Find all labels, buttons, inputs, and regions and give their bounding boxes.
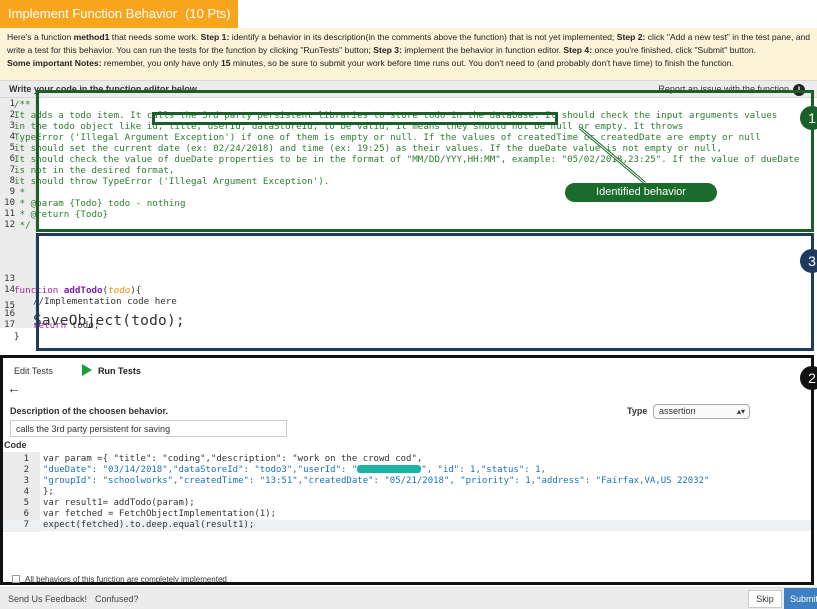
all-implemented-checkbox[interactable] [12, 575, 20, 583]
test-code-text: "dueDate": "03/14/2018","dataStoreId": "… [43, 465, 546, 476]
test-panel: Edit Tests Run Tests ← Description of th… [0, 355, 814, 585]
line-number: 17 [4, 320, 15, 330]
line-number: 1 [23, 454, 29, 464]
app-root: Implement Function Behavior (10 Pts) Here… [0, 0, 817, 609]
step1-label: Step 1: [200, 32, 230, 42]
skip-button[interactable]: Skip [748, 590, 782, 608]
test-code-line[interactable]: 5 var result1= addTodo(param); [3, 498, 811, 509]
submit-button[interactable]: Submit [784, 588, 817, 609]
line-number: 6 [23, 509, 29, 519]
notes-minutes: 15 [220, 58, 231, 68]
test-code-line[interactable]: 6 var fetched = FetchObjectImplementation… [3, 509, 811, 520]
test-code-line[interactable]: 7 expect(fetched).to.deep.equal(result1); [3, 520, 811, 531]
behavior-description-label: Description of the choosen behavior. [10, 406, 169, 416]
test-code-text: "groupId": "schoolworks","createdTime": … [43, 476, 710, 486]
test-code-text: var fetched = FetchObjectImplementation(… [43, 509, 276, 519]
test-code-line[interactable]: 2 "dueDate": "03/14/2018","dataStoreId": … [3, 465, 811, 476]
step4-label: Step 4: [563, 45, 593, 55]
code-comment: /** [14, 99, 31, 110]
task-title-bar: Implement Function Behavior (10 Pts) [0, 0, 238, 28]
run-tests-button[interactable]: Run Tests [82, 362, 162, 380]
instructions-method-name: method1 [73, 32, 110, 42]
test-code-editor[interactable]: 1 var param ={ "title": "coding","descrip… [3, 452, 811, 532]
instructions-panel: Here's a function method1 that needs som… [0, 28, 817, 80]
notes-text: remember, you only have only [101, 58, 221, 68]
type-select-value: assertion [659, 406, 696, 416]
test-code-label: Code [4, 440, 27, 450]
test-code-line[interactable]: 3 "groupId": "schoolworks","createdTime":… [3, 476, 811, 487]
instructions-intro: Here's a function [7, 32, 74, 42]
step1-text: identify a behavior in its description(i… [229, 32, 617, 42]
confused-link[interactable]: Confused? [95, 588, 139, 609]
line-number: 2 [23, 465, 29, 475]
step3-text: implement the behavior in function edito… [401, 45, 564, 55]
behavior-description-input[interactable] [10, 420, 287, 437]
test-code-text: var result1= addTodo(param); [43, 498, 195, 508]
run-tests-label: Run Tests [98, 366, 141, 376]
step-badge-1: 1 [800, 106, 817, 130]
step3-label: Step 3: [373, 45, 402, 55]
line-number: 3 [23, 476, 29, 486]
step-badge-3: 3 [800, 249, 817, 273]
step4-text: once you're finished, click "Submit" but… [592, 45, 757, 55]
task-title: Implement Function Behavior [8, 6, 178, 21]
select-chevron-icon: ▴▾ [736, 407, 745, 416]
test-code-line[interactable]: 1 var param ={ "title": "coding","descrip… [3, 454, 811, 465]
redacted-user-id [357, 465, 422, 473]
instructions-text: that needs some work. [109, 32, 201, 42]
test-code-text: var param ={ "title": "coding","descript… [43, 454, 423, 464]
task-points: (10 Pts) [185, 6, 231, 21]
step-badge-2: 2 [800, 366, 817, 390]
step2-label: Step 2: [616, 32, 646, 42]
tab-edit-tests[interactable]: Edit Tests [14, 362, 74, 380]
test-code-text-a: "dueDate": "03/14/2018","dataStoreId": "… [43, 465, 358, 475]
test-code-text: }; [43, 487, 54, 497]
line-number: 4 [23, 487, 29, 497]
test-code-text-b: ", "id": 1,"status": 1, [421, 465, 546, 475]
play-icon [82, 364, 92, 376]
line-number: 7 [23, 520, 29, 530]
send-feedback-link[interactable]: Send Us Feedback! [8, 588, 87, 609]
implementation-highlight-box [36, 233, 814, 351]
all-implemented-row[interactable]: All behaviors of this function are compl… [12, 575, 227, 584]
identified-behavior-highlight [152, 112, 558, 125]
bottom-bar: Send Us Feedback! Confused? Skip Submit [0, 587, 817, 609]
notes-text-end: minutes, so be sure to submit your work … [230, 58, 734, 68]
test-code-text: expect(fetched).to.deep.equal(result1); [43, 520, 255, 530]
line-number: 5 [23, 498, 29, 508]
back-arrow-icon[interactable]: ← [7, 380, 21, 396]
function-close: } [14, 331, 20, 342]
code-comment: */ [14, 220, 31, 231]
identified-behavior-callout: Identified behavior [565, 183, 717, 202]
code-comment: * [14, 187, 26, 198]
all-implemented-label: All behaviors of this function are compl… [25, 575, 227, 584]
test-code-line[interactable]: 4}; [3, 487, 811, 498]
type-select[interactable]: assertion ▴▾ [653, 404, 750, 419]
notes-label: Some important Notes: [7, 58, 102, 68]
type-label: Type [627, 406, 648, 416]
